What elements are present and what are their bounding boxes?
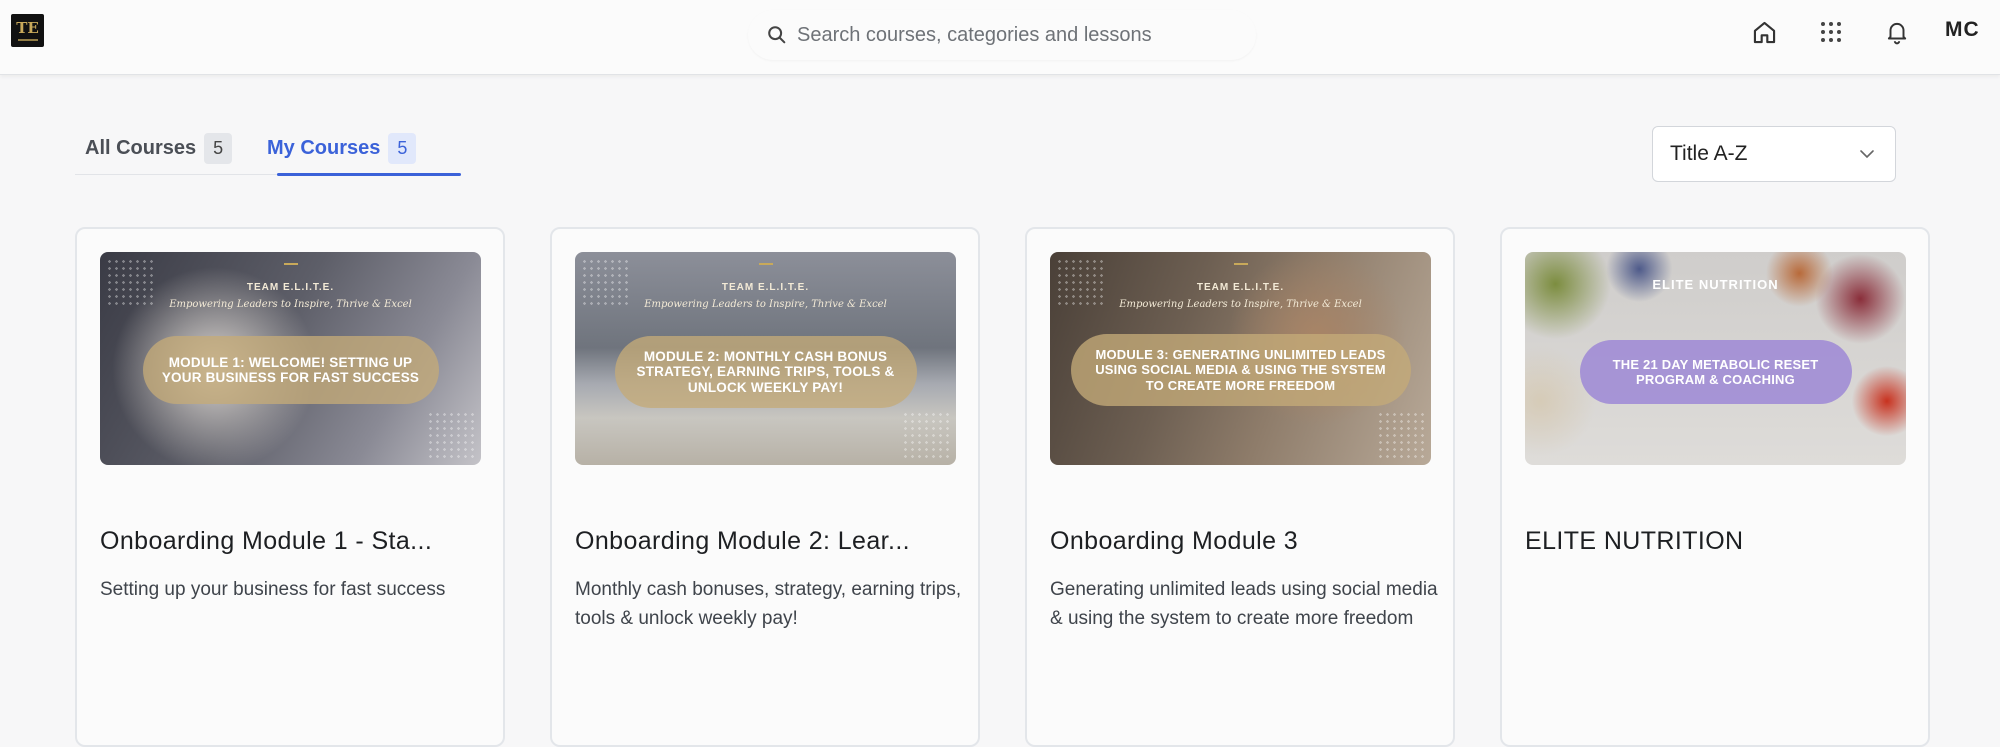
crest-icon [283,263,298,273]
active-tab-indicator [277,173,461,176]
bell-icon[interactable] [1882,17,1912,47]
tab-all-courses[interactable]: All Courses 5 [85,131,233,165]
course-title[interactable]: ELITE NUTRITION [1525,527,1744,556]
course-thumbnail[interactable]: TEAM E.L.I.T.E. Empowering Leaders to In… [100,252,481,465]
search-input[interactable] [797,23,1217,47]
home-icon[interactable] [1749,17,1779,47]
brand-logo[interactable]: TE [11,14,44,47]
tab-count-badge: 5 [388,132,417,164]
logo-mark-icon: TE [16,18,39,37]
top-header: TE MC [0,0,2000,75]
search-bar[interactable] [748,10,1256,60]
apps-grid-icon[interactable] [1816,17,1846,47]
thumbnail-caption: THE 21 DAY METABOLIC RESET PROGRAM & COA… [1579,340,1852,404]
chevron-down-icon [1860,150,1874,159]
course-description: Generating unlimited leads using social … [1050,579,1438,629]
tab-label: My Courses [267,136,381,159]
sort-select[interactable]: Title A-Z [1652,126,1896,182]
thumbnail-caption: MODULE 2: MONTHLY CASH BONUS STRATEGY, E… [614,336,917,408]
course-thumbnail[interactable]: TEAM E.L.I.T.E. Empowering Leaders to In… [575,252,956,465]
course-title[interactable]: Onboarding Module 2: Lear... [575,527,910,556]
course-title[interactable]: Onboarding Module 3 [1050,527,1298,556]
thumbnail-caption: MODULE 1: WELCOME! SETTING UP YOUR BUSIN… [142,336,439,404]
course-description: Setting up your business for fast succes… [100,579,446,600]
tab-count-badge: 5 [204,132,233,164]
course-card[interactable]: TEAM E.L.I.T.E. Empowering Leaders to In… [550,227,980,747]
course-card[interactable]: TEAM E.L.I.T.E. Empowering Leaders to In… [75,227,505,747]
user-avatar[interactable]: MC [1945,18,1980,42]
crest-icon [1233,263,1248,273]
crest-icon [758,263,773,273]
tab-label: All Courses [85,136,197,159]
course-description: Monthly cash bonuses, strategy, earning … [575,579,962,629]
thumbnail-caption: MODULE 3: GENERATING UNLIMITED LEADS USI… [1070,334,1411,406]
course-title[interactable]: Onboarding Module 1 - Sta... [100,527,432,556]
course-card[interactable]: TEAM E.L.I.T.E. Empowering Leaders to In… [1025,227,1455,747]
course-thumbnail[interactable]: TEAM E.L.I.T.E. Empowering Leaders to In… [1050,252,1431,465]
course-tabs: All Courses 5 My Courses 5 [75,125,461,176]
course-thumbnail[interactable]: ELITE NUTRITION THE 21 DAY METABOLIC RES… [1525,252,1906,465]
search-icon [768,26,786,44]
tab-my-courses[interactable]: My Courses 5 [267,131,417,165]
course-card[interactable]: ELITE NUTRITION THE 21 DAY METABOLIC RES… [1500,227,1930,747]
sort-selected-value: Title A-Z [1670,142,1748,165]
